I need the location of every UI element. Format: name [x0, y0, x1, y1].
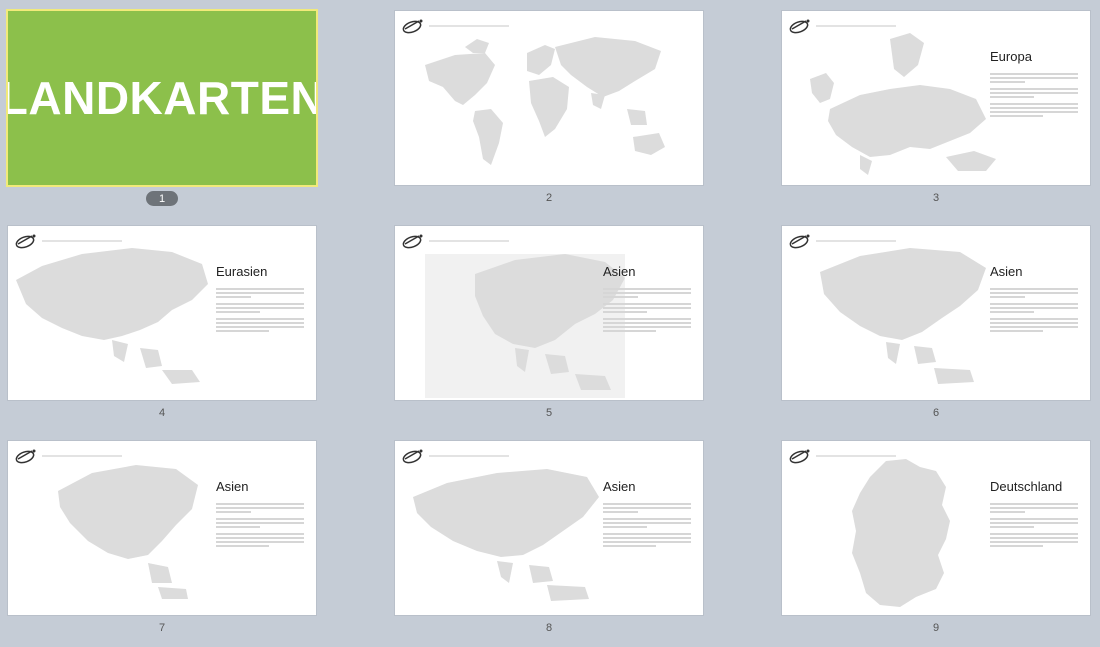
slide-thumbnail-4[interactable]: ​ Eurasien	[8, 226, 316, 400]
slide-thumbnail-9[interactable]: ​ Deutschland	[782, 441, 1090, 615]
slide-heading: Asien	[216, 479, 249, 494]
slide-body-text	[990, 288, 1078, 337]
slide-number: 8	[545, 622, 553, 634]
slide-heading: Eurasien	[216, 264, 268, 279]
slide-heading: Deutschland	[990, 479, 1063, 494]
slide-thumbnail-2[interactable]	[395, 11, 703, 185]
slide-heading: Asien	[603, 264, 636, 279]
slide-number-badge-selected: 1	[146, 191, 178, 206]
slide-title: LANDKARTEN	[8, 72, 316, 124]
slide-body-text	[603, 288, 691, 337]
slide-number: 3	[932, 192, 940, 204]
slide-number: 5	[545, 407, 553, 419]
logo-icon	[15, 449, 36, 464]
asia-map-image	[820, 248, 986, 384]
eurasia-map-image	[16, 248, 208, 384]
slide-header-line	[816, 25, 896, 27]
slide-thumbnail-3[interactable]: ​ Europa	[782, 11, 1090, 185]
asia-map-image	[58, 465, 198, 599]
slide-body-text	[216, 503, 304, 552]
slide-number: 9	[932, 622, 940, 634]
slide-body-text	[216, 288, 304, 337]
logo-icon	[789, 449, 810, 464]
slide-thumbnail-6[interactable]: ​ Asien	[782, 226, 1090, 400]
slide-heading: Asien	[990, 264, 1023, 279]
slide-heading: Asien	[603, 479, 636, 494]
slide-thumbnail-1[interactable]: LANDKARTEN	[8, 11, 316, 185]
slide-heading: Europa	[990, 49, 1032, 64]
logo-icon	[789, 234, 810, 249]
asia-map-image	[413, 469, 599, 601]
world-map-image	[425, 37, 665, 165]
slide-header-line	[429, 240, 509, 242]
slide-number: 2	[545, 192, 553, 204]
slide-body-text	[990, 73, 1078, 122]
slide-body-text	[603, 503, 691, 552]
europe-map-image	[810, 33, 996, 175]
slide-number: 7	[158, 622, 166, 634]
logo-icon	[402, 234, 423, 249]
slide-thumbnail-8[interactable]: ​ Asien	[395, 441, 703, 615]
slide-thumbnail-5[interactable]: ​ Asien	[395, 226, 703, 400]
slide-number: 4	[158, 407, 166, 419]
slide-thumbnail-7[interactable]: ​ Asien	[8, 441, 316, 615]
slide-body-text	[990, 503, 1078, 552]
slide-number: 6	[932, 407, 940, 419]
germany-map-image	[852, 459, 950, 607]
